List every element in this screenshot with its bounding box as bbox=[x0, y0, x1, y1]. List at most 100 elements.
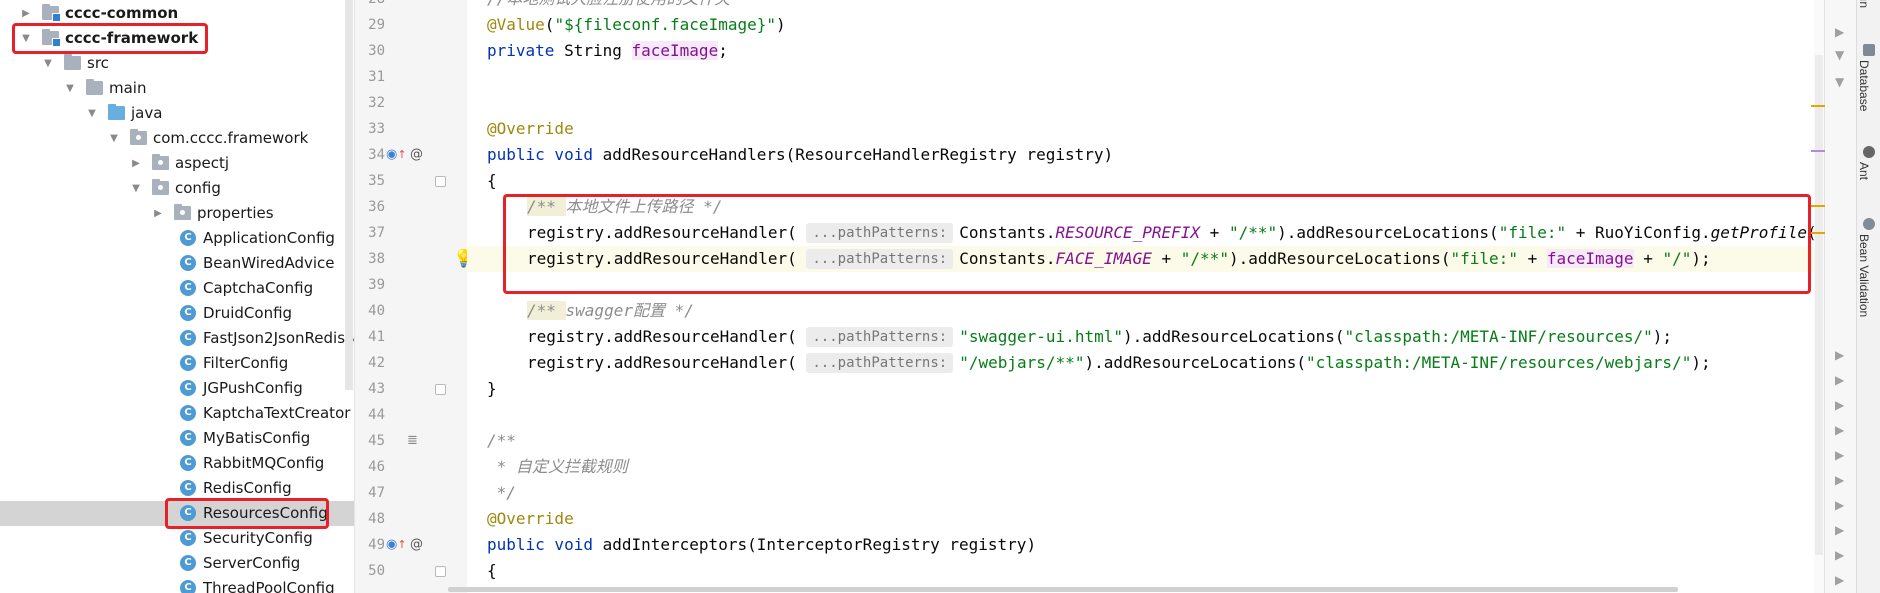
stripe-arrow-icon[interactable]: ▶ bbox=[1835, 473, 1844, 487]
code-line[interactable]: */ bbox=[467, 480, 1824, 506]
code-line[interactable]: @Value("${fileconf.faceImage}") bbox=[467, 12, 1824, 38]
stripe-arrow-icon[interactable]: ▶ bbox=[1835, 348, 1844, 362]
overrides-method-icon[interactable]: @ bbox=[410, 532, 423, 558]
code-token: @Value bbox=[487, 15, 545, 34]
fold-marker-icon[interactable] bbox=[435, 566, 446, 577]
code-line[interactable] bbox=[467, 272, 1824, 298]
tree-item-redisconfig[interactable]: C RedisConfig bbox=[0, 476, 354, 501]
code-token: ( bbox=[544, 15, 555, 34]
code-line[interactable]: registry.addResourceHandler( ...pathPatt… bbox=[467, 324, 1824, 350]
code-token: */ bbox=[487, 483, 516, 502]
stripe-arrow-icon[interactable]: ▶ bbox=[1835, 523, 1844, 537]
code-line[interactable]: //本地测试人脸注册使用的文件夹 bbox=[467, 0, 1824, 12]
code-line[interactable]: registry.addResourceHandler( ...pathPatt… bbox=[467, 246, 1824, 272]
tree-item-serverconfig[interactable]: C ServerConfig bbox=[0, 551, 354, 576]
expand-arrow-icon[interactable]: ▼ bbox=[130, 176, 142, 201]
stripe-arrow-icon[interactable]: ▼ bbox=[1835, 48, 1844, 62]
override-implements-icon[interactable]: ◉↑ bbox=[386, 532, 407, 558]
code-line[interactable] bbox=[467, 90, 1824, 116]
expand-arrow-icon[interactable]: ▼ bbox=[86, 101, 98, 126]
tree-item-jgpushconfig[interactable]: C JGPushConfig bbox=[0, 376, 354, 401]
tree-item-captchaconfig[interactable]: C CaptchaConfig bbox=[0, 276, 354, 301]
code-line[interactable]: registry.addResourceHandler( ...pathPatt… bbox=[467, 220, 1824, 246]
tree-item-properties[interactable]: ▶ properties bbox=[0, 201, 354, 226]
collapse-arrow-icon[interactable]: ▶ bbox=[152, 201, 164, 226]
sidebar-tab-ant[interactable]: Ant bbox=[1857, 162, 1871, 180]
database-icon[interactable] bbox=[1863, 44, 1875, 56]
stripe-arrow-icon[interactable]: ▼ bbox=[1835, 75, 1844, 89]
tree-item-cccc-common[interactable]: ▶ cccc-common bbox=[0, 1, 354, 26]
tree-item-src[interactable]: ▼ src bbox=[0, 51, 354, 76]
code-line[interactable]: @Override bbox=[467, 506, 1824, 532]
override-implements-icon[interactable]: ◉↑ bbox=[386, 142, 407, 168]
tree-item-main[interactable]: ▼ main bbox=[0, 76, 354, 101]
expand-arrow-icon[interactable]: ▼ bbox=[64, 76, 76, 101]
fold-marker-icon[interactable] bbox=[435, 384, 446, 395]
stripe-mark[interactable] bbox=[1811, 205, 1825, 207]
tree-item-java[interactable]: ▼ java bbox=[0, 101, 354, 126]
fold-marker-icon[interactable] bbox=[435, 176, 446, 187]
tree-item-com-cccc-framework[interactable]: ▼ com.cccc.framework bbox=[0, 126, 354, 151]
overrides-method-icon[interactable]: @ bbox=[410, 142, 423, 168]
stripe-arrow-icon[interactable]: ▶ bbox=[1835, 423, 1844, 437]
code-editor[interactable]: //本地测试人脸注册使用的文件夹 @Value("${fileconf.faceI… bbox=[467, 0, 1824, 593]
tree-item-threadpoolconfig[interactable]: C ThreadPoolConfig bbox=[0, 576, 354, 593]
tree-item-kaptchatextcreator[interactable]: C KaptchaTextCreator bbox=[0, 401, 354, 426]
code-line[interactable]: { bbox=[467, 558, 1824, 584]
code-line[interactable]: private String faceImage; bbox=[467, 38, 1824, 64]
tree-item-druidconfig[interactable]: C DruidConfig bbox=[0, 301, 354, 326]
stripe-arrow-icon[interactable]: ▶ bbox=[1835, 573, 1844, 587]
tree-item-applicationconfig[interactable]: C ApplicationConfig bbox=[0, 226, 354, 251]
tree-item-rabbitmqconfig[interactable]: C RabbitMQConfig bbox=[0, 451, 354, 476]
tree-item-resourcesconfig[interactable]: C ResourcesConfig bbox=[0, 501, 354, 526]
code-line[interactable]: } bbox=[467, 376, 1824, 402]
collapse-arrow-icon[interactable]: ▶ bbox=[130, 151, 142, 176]
stripe-arrow-icon[interactable]: ▶ bbox=[1835, 448, 1844, 462]
render-doc-icon[interactable]: ≣ bbox=[407, 428, 418, 454]
code-token: "file:" bbox=[1450, 249, 1518, 268]
stripe-arrow-icon[interactable]: ▶ bbox=[1835, 398, 1844, 412]
code-line[interactable]: * 自定义拦截规则 bbox=[467, 454, 1824, 480]
tree-item-mybatisconfig[interactable]: C MyBatisConfig bbox=[0, 426, 354, 451]
tree-item-aspectj[interactable]: ▶ aspectj bbox=[0, 151, 354, 176]
code-line[interactable]: { bbox=[467, 168, 1824, 194]
expand-arrow-icon[interactable]: ▼ bbox=[20, 26, 32, 51]
stripe-arrow-icon[interactable]: ▶ bbox=[1835, 373, 1844, 387]
code-line[interactable]: /** swagger配置 */ bbox=[467, 298, 1824, 324]
tree-scrollbar[interactable] bbox=[345, 0, 353, 390]
code-line[interactable]: /** 本地文件上传路径 */ bbox=[467, 194, 1824, 220]
editor-vertical-scrollbar[interactable] bbox=[1814, 0, 1824, 593]
code-line[interactable] bbox=[467, 64, 1824, 90]
stripe-mark[interactable] bbox=[1811, 232, 1825, 234]
code-line[interactable]: registry.addResourceHandler( ...pathPatt… bbox=[467, 350, 1824, 376]
tree-item-fastjson2jsonrediss[interactable]: C FastJson2JsonRedisS bbox=[0, 326, 354, 351]
sidebar-tab-database[interactable]: Database bbox=[1857, 60, 1871, 111]
sidebar-tab-bean-validation[interactable]: Bean Validation bbox=[1857, 234, 1871, 317]
stripe-arrow-icon[interactable]: ▶ bbox=[1835, 498, 1844, 512]
collapse-arrow-icon[interactable]: ▶ bbox=[20, 1, 32, 26]
stripe-mark[interactable] bbox=[1811, 105, 1825, 107]
code-token: + bbox=[1151, 249, 1181, 268]
code-line[interactable]: public void addInterceptors(InterceptorR… bbox=[467, 532, 1824, 558]
bean-validation-icon[interactable] bbox=[1863, 218, 1875, 230]
tree-item-cccc-framework[interactable]: ▼ cccc-framework bbox=[0, 26, 354, 51]
tree-item-config[interactable]: ▼ config bbox=[0, 176, 354, 201]
expand-arrow-icon[interactable]: ▼ bbox=[108, 126, 120, 151]
expand-arrow-icon[interactable]: ▼ bbox=[42, 51, 54, 76]
top-tab-fragment[interactable]: ın bbox=[1857, 0, 1871, 8]
tree-item-filterconfig[interactable]: C FilterConfig bbox=[0, 351, 354, 376]
code-line[interactable]: public void addResourceHandlers(Resource… bbox=[467, 142, 1824, 168]
ant-icon[interactable] bbox=[1863, 146, 1875, 158]
stripe-arrow-icon[interactable]: ▶ bbox=[1835, 25, 1844, 39]
code-line[interactable]: @Override bbox=[467, 116, 1824, 142]
scrollbar-thumb[interactable] bbox=[1815, 55, 1823, 555]
horizontal-scrollbar[interactable] bbox=[448, 587, 1678, 592]
stripe-mark[interactable] bbox=[1811, 150, 1825, 152]
tree-item-securityconfig[interactable]: C SecurityConfig bbox=[0, 526, 354, 551]
code-line[interactable] bbox=[467, 402, 1824, 428]
code-line[interactable]: /** bbox=[467, 428, 1824, 454]
code-token: ).addResourceLocations( bbox=[1084, 353, 1307, 372]
line-number: 48 bbox=[368, 511, 385, 527]
stripe-arrow-icon[interactable]: ▶ bbox=[1835, 548, 1844, 562]
tree-item-beanwiredadvice[interactable]: C BeanWiredAdvice bbox=[0, 251, 354, 276]
